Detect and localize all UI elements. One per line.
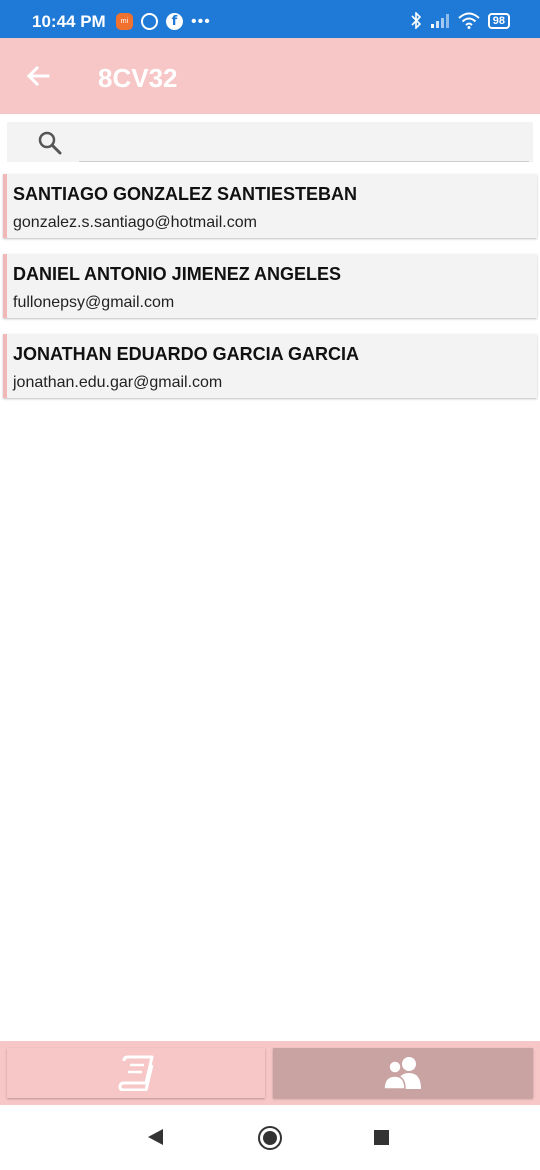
mi-icon: mi [116,13,133,30]
app-bar: 8CV32 [0,38,540,114]
contact-name: JONATHAN EDUARDO GARCIA GARCIA [13,344,359,364]
circle-icon [141,13,158,30]
tab-users[interactable] [273,1048,533,1098]
facebook-icon: f [166,13,183,30]
nav-recents-icon[interactable] [374,1130,389,1145]
wifi-icon [458,12,480,29]
contact-email: gonzalez.s.santiago@hotmail.com [13,214,257,231]
page-title: 8CV32 [98,63,178,93]
list-item[interactable]: DANIEL ANTONIO JIMENEZ ANGELES fulloneps… [3,254,537,318]
list-item[interactable]: JONATHAN EDUARDO GARCIA GARCIA jonathan.… [3,334,537,398]
users-icon [383,1057,421,1090]
nav-back-icon[interactable] [148,1129,163,1145]
tab-books[interactable] [7,1048,265,1098]
search-icon [38,131,62,155]
contact-name: SANTIAGO GONZALEZ SANTIESTEBAN [13,184,358,204]
bluetooth-icon [411,12,421,29]
battery-icon: 98 [487,12,510,29]
contact-list: SANTIAGO GONZALEZ SANTIESTEBAN gonzalez.… [3,174,537,414]
book-icon [118,1055,154,1091]
list-item[interactable]: SANTIAGO GONZALEZ SANTIESTEBAN gonzalez.… [3,174,537,238]
status-time: 10:44 PM [32,12,106,31]
status-notification-icons: mi f ••• [116,13,211,30]
system-nav-bar [0,1105,540,1170]
contact-name: DANIEL ANTONIO JIMENEZ ANGELES [13,264,342,284]
status-system-icons: 98 [410,12,510,29]
arrow-left-icon[interactable] [22,60,54,92]
bottom-tab-bar [0,1041,540,1105]
signal-icon [430,14,449,28]
battery-level: 98 [492,14,505,27]
search-bar [7,122,533,162]
nav-home-icon[interactable] [258,1126,282,1150]
status-bar: 10:44 PM mi f ••• 98 [0,0,540,38]
contact-email: jonathan.edu.gar@gmail.com [13,374,223,391]
more-dots-icon: ••• [191,12,211,30]
search-input[interactable] [79,122,529,162]
contact-email: fullonepsy@gmail.com [13,294,175,311]
